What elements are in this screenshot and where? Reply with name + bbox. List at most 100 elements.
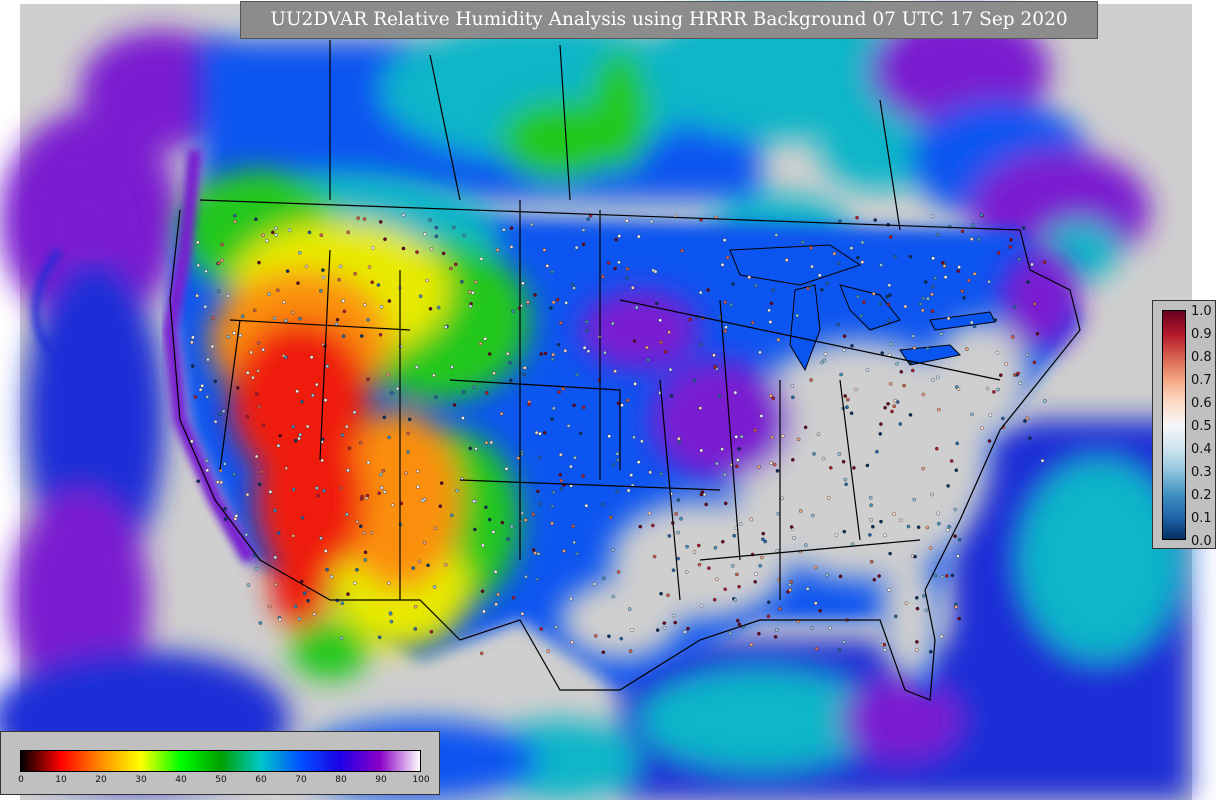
station-dot <box>509 378 513 383</box>
station-dot <box>871 524 875 529</box>
station-dot <box>261 233 265 237</box>
station-dot <box>868 533 872 537</box>
station-dot <box>601 650 606 655</box>
station-dot <box>730 564 735 568</box>
station-dot <box>666 593 670 598</box>
station-dot <box>739 434 744 439</box>
station-dot <box>578 431 583 436</box>
station-dot <box>626 488 631 493</box>
station-dot <box>455 488 459 493</box>
station-dot <box>698 290 703 295</box>
station-dot <box>321 275 326 280</box>
station-dot <box>843 477 848 482</box>
station-dot <box>872 577 877 582</box>
station-dot <box>210 344 215 349</box>
station-dot <box>879 519 883 524</box>
station-dot <box>856 294 860 299</box>
station-dot <box>538 455 542 460</box>
station-dot <box>546 649 551 654</box>
station-dot <box>603 350 607 355</box>
station-dot <box>319 233 324 237</box>
station-dot <box>196 479 200 484</box>
station-dot <box>607 434 612 439</box>
station-dot <box>898 422 903 426</box>
station-dot <box>806 286 810 291</box>
station-dot <box>925 346 930 351</box>
station-dot <box>663 349 668 354</box>
station-dot <box>625 218 629 223</box>
station-dot <box>256 340 261 345</box>
station-dot <box>632 339 637 343</box>
station-dot <box>843 394 848 398</box>
fraction-colorbar-label: 0.9 <box>1191 327 1212 342</box>
station-dot <box>892 512 897 517</box>
station-dot <box>581 228 586 232</box>
station-dot <box>837 452 842 456</box>
station-dot <box>509 226 514 230</box>
station-dot <box>401 213 406 217</box>
station-dot <box>721 539 725 544</box>
station-dot <box>877 574 881 578</box>
station-dot <box>920 308 925 313</box>
station-dot <box>988 413 993 417</box>
station-dot <box>822 358 827 363</box>
station-dot <box>283 355 288 360</box>
station-dot <box>390 391 394 395</box>
station-dot <box>673 620 678 625</box>
station-dot <box>767 600 771 605</box>
station-dot <box>219 480 223 485</box>
station-dot <box>261 347 266 352</box>
station-dot <box>345 512 349 517</box>
station-dot <box>413 604 418 609</box>
station-dot <box>582 345 587 350</box>
station-dot <box>504 467 509 471</box>
station-dot <box>888 551 892 556</box>
station-dot <box>388 611 393 615</box>
station-dot <box>252 308 257 313</box>
station-dot <box>810 264 814 269</box>
station-dot <box>922 594 926 598</box>
station-dot <box>625 276 629 280</box>
station-dot <box>993 318 998 322</box>
station-dot <box>223 517 228 522</box>
station-dot <box>865 368 870 372</box>
station-dot <box>549 306 553 310</box>
station-dot <box>706 288 711 292</box>
station-dot <box>869 503 873 508</box>
station-dot <box>841 459 846 464</box>
station-dot <box>406 449 410 454</box>
station-dot <box>276 443 281 448</box>
station-dot <box>259 470 264 474</box>
station-dot <box>551 490 556 495</box>
station-dot <box>310 393 315 398</box>
station-dot <box>775 628 779 632</box>
station-dot <box>889 342 893 346</box>
station-dot <box>789 579 794 584</box>
station-dot <box>420 498 425 503</box>
station-dot <box>389 619 394 624</box>
station-dot <box>826 495 831 500</box>
station-dot <box>341 299 346 303</box>
fraction-colorbar-label: 0.1 <box>1191 511 1212 526</box>
station-dot <box>935 375 940 380</box>
station-dot <box>434 234 439 239</box>
station-dot <box>776 337 781 342</box>
station-dot <box>340 601 345 606</box>
station-dot <box>749 517 754 522</box>
station-dot <box>913 554 917 559</box>
station-dot <box>648 470 653 475</box>
station-dot <box>1025 353 1030 357</box>
station-dot <box>908 413 913 417</box>
station-dot <box>893 398 898 403</box>
station-dot <box>956 387 961 392</box>
station-dot <box>950 573 955 578</box>
station-dot <box>965 347 969 351</box>
station-dot <box>969 320 974 325</box>
station-dot <box>676 556 680 561</box>
station-dot <box>757 631 761 636</box>
station-dot <box>273 508 277 513</box>
station-dot <box>526 300 530 305</box>
station-dot <box>731 282 735 286</box>
station-dot <box>377 491 382 496</box>
station-dot <box>1008 245 1013 249</box>
